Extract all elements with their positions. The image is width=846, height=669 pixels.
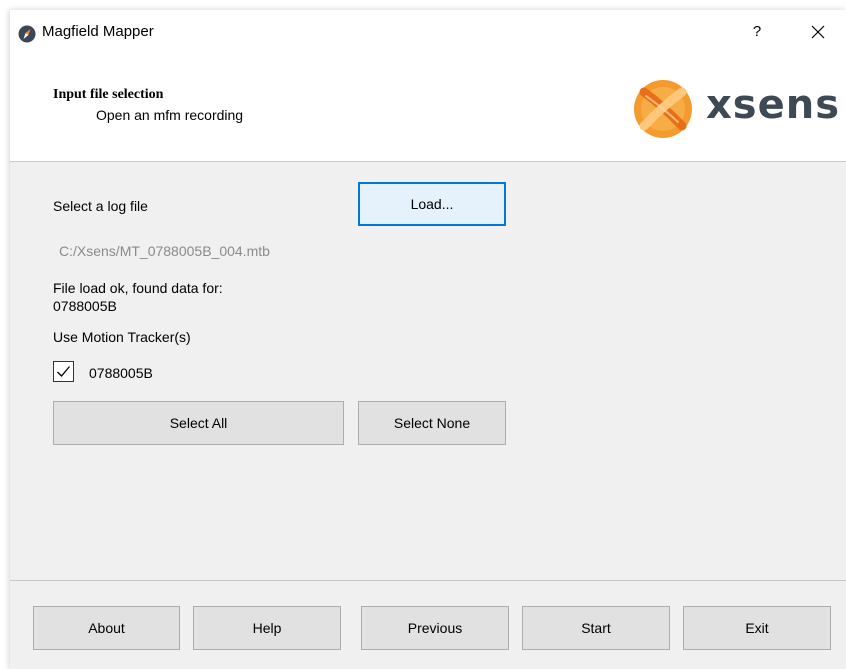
compass-app-icon bbox=[18, 25, 36, 43]
load-button[interactable]: Load... bbox=[358, 182, 506, 226]
help-button[interactable]: Help bbox=[193, 606, 341, 650]
window-title: Magfield Mapper bbox=[42, 23, 154, 40]
select-all-button[interactable]: Select All bbox=[53, 401, 344, 445]
xsens-logo: xsens bbox=[632, 78, 846, 140]
checkmark-icon bbox=[57, 366, 70, 377]
wizard-header: Input file selection Open an mfm recordi… bbox=[10, 54, 846, 162]
start-button[interactable]: Start bbox=[522, 606, 670, 650]
close-window-button[interactable] bbox=[804, 19, 832, 45]
found-tracker-id: 0788005B bbox=[53, 298, 117, 314]
select-log-file-label: Select a log file bbox=[53, 198, 148, 214]
exit-button[interactable]: Exit bbox=[683, 606, 831, 650]
use-motion-trackers-label: Use Motion Tracker(s) bbox=[53, 329, 191, 345]
about-button[interactable]: About bbox=[33, 606, 180, 650]
file-path-text: C:/Xsens/MT_0788005B_004.mtb bbox=[59, 243, 270, 259]
footer-divider bbox=[10, 580, 846, 581]
select-none-button[interactable]: Select None bbox=[358, 401, 506, 445]
xsens-logo-mark-icon bbox=[634, 80, 692, 138]
title-bar: Magfield Mapper ? bbox=[10, 10, 846, 54]
previous-button[interactable]: Previous bbox=[361, 606, 509, 650]
page-title: Input file selection bbox=[53, 87, 164, 102]
close-icon bbox=[811, 25, 825, 39]
magfield-mapper-window: Magfield Mapper ? Input file selection O… bbox=[10, 10, 846, 669]
page-subtitle: Open an mfm recording bbox=[96, 107, 244, 123]
tracker-checkbox-0788005B[interactable] bbox=[53, 361, 74, 382]
tracker-checkbox-label: 0788005B bbox=[89, 365, 153, 381]
xsens-logo-text: xsens bbox=[706, 82, 841, 128]
help-title-button[interactable]: ? bbox=[745, 19, 769, 45]
file-load-status: File load ok, found data for: bbox=[53, 280, 223, 296]
